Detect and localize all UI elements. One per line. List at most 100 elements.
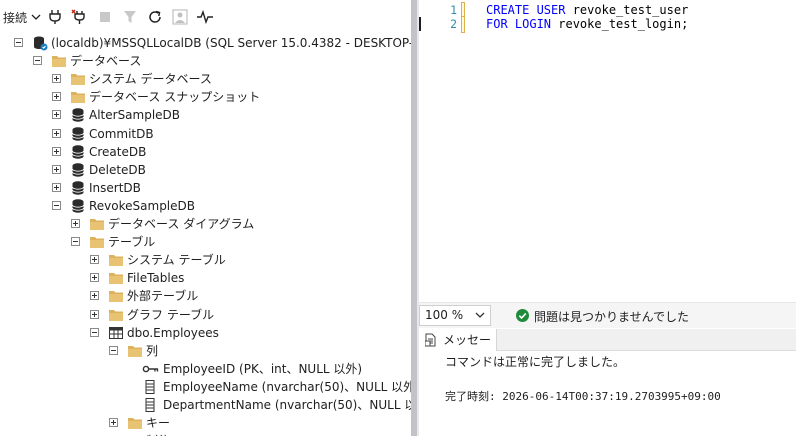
tree-node-label: データベース <box>70 54 142 69</box>
tree-node[interactable]: データベース スナップショット <box>0 88 411 106</box>
code-line[interactable]: FOR LOGIN revoke_test_login; <box>486 17 688 31</box>
tree-node[interactable]: システム データベース <box>0 70 411 88</box>
expand-icon[interactable] <box>71 219 80 228</box>
folder-icon <box>70 89 86 105</box>
tree-node-label: RevokeSampleDB <box>89 198 195 213</box>
tree-node-label: EmployeeName (nvarchar(50)、NULL 以外) <box>163 379 411 394</box>
tree-node[interactable]: データベース ダイアグラム <box>0 215 411 233</box>
expand-icon[interactable] <box>52 182 61 192</box>
zoom-select[interactable]: 100 % <box>419 305 491 326</box>
table-icon <box>108 325 124 341</box>
tree-node[interactable]: FileTables <box>0 269 411 287</box>
tree-node[interactable]: AlterSampleDB <box>0 106 411 124</box>
column-icon <box>142 397 158 413</box>
connect-plug-icon[interactable] <box>44 6 66 28</box>
editor-status-bar: 100 % 問題は見つかりませんでした <box>419 302 796 328</box>
expand-icon[interactable] <box>90 291 99 301</box>
tree-node[interactable]: RevokeSampleDB <box>0 197 411 215</box>
stop-icon[interactable] <box>94 6 116 28</box>
document-icon <box>425 333 436 347</box>
collapse-icon[interactable] <box>90 327 99 337</box>
database-icon <box>70 107 86 123</box>
chevron-down-icon <box>31 14 41 20</box>
collapse-icon[interactable] <box>71 237 80 247</box>
folder-icon <box>108 288 124 304</box>
tree-node[interactable]: EmployeeID (PK、int、NULL 以外) <box>0 360 411 378</box>
issues-status: 問題は見つかりませんでした <box>534 310 690 324</box>
expand-icon[interactable] <box>52 110 61 120</box>
folder-icon <box>51 53 67 69</box>
activity-monitor-icon[interactable] <box>169 6 191 28</box>
tree-node[interactable]: テーブル <box>0 233 411 251</box>
pulse-icon[interactable] <box>194 6 216 28</box>
connect-button[interactable]: 接続 <box>0 6 41 28</box>
collapse-icon[interactable] <box>14 38 23 47</box>
tree-node[interactable]: 制約 <box>0 432 411 436</box>
expand-icon[interactable] <box>90 309 99 319</box>
tree-node-label: キー <box>146 416 171 431</box>
filter-icon[interactable] <box>119 6 141 28</box>
tree-node-label: DepartmentName (nvarchar(50)、NULL 以外) <box>163 398 411 412</box>
folder-icon <box>108 307 124 323</box>
tree-node[interactable]: CommitDB <box>0 125 411 143</box>
folder-icon <box>89 234 105 250</box>
tree-node-label: DeleteDB <box>89 162 146 177</box>
disconnect-icon[interactable] <box>69 6 91 28</box>
expand-icon[interactable] <box>52 146 61 156</box>
tree-node[interactable]: システム テーブル <box>0 251 411 269</box>
completion-time: 完了時刻: 2026-06-14T00:37:19.2703995+09:00 <box>445 390 721 403</box>
zoom-value: 100 % <box>425 308 464 322</box>
tree-node[interactable]: EmployeeName (nvarchar(50)、NULL 以外) <box>0 378 411 396</box>
check-circle-icon <box>516 309 529 322</box>
database-icon <box>70 162 86 178</box>
tab-messages[interactable]: メッセージ <box>419 329 497 369</box>
server-icon <box>32 35 48 51</box>
database-icon <box>70 180 86 196</box>
expand-icon[interactable] <box>52 128 61 138</box>
tree-node[interactable]: DepartmentName (nvarchar(50)、NULL 以外) <box>0 396 411 414</box>
folder-icon <box>89 216 105 232</box>
collapse-icon[interactable] <box>52 200 61 210</box>
expand-icon[interactable] <box>90 255 99 265</box>
object-explorer: 接続 (localdb)¥MSSQLLocalDB (SQL Server 15… <box>0 0 411 436</box>
expand-icon[interactable] <box>52 92 61 102</box>
tree-node-label: CreateDB <box>89 144 147 159</box>
query-editor[interactable]: 1 CREATE USER revoke_test_user 2 FOR LOGIN … <box>419 0 796 302</box>
line-number: 2 <box>450 17 457 31</box>
chevron-down-icon <box>475 312 485 318</box>
tree-node-label: CommitDB <box>89 126 154 141</box>
tree-node-label: 列 <box>146 343 159 358</box>
tree-node[interactable]: 列 <box>0 342 411 360</box>
folder-icon <box>127 343 143 359</box>
collapse-icon[interactable] <box>33 56 42 66</box>
tree-node-label: データベース スナップショット <box>89 90 261 105</box>
tree-node[interactable]: (localdb)¥MSSQLLocalDB (SQL Server 15.0.… <box>0 34 411 52</box>
result-message: コマンドは正常に完了しました。 <box>445 355 626 369</box>
expand-icon[interactable] <box>52 164 61 174</box>
refresh-icon[interactable] <box>144 6 166 28</box>
tree-node-label: dbo.Employees <box>127 325 219 340</box>
tree-node-label: システム データベース <box>89 72 212 87</box>
collapse-icon[interactable] <box>109 345 118 355</box>
tree-node[interactable]: データベース <box>0 52 411 70</box>
tree-node[interactable]: 外部テーブル <box>0 287 411 305</box>
expand-icon[interactable] <box>90 273 99 283</box>
tree-node[interactable]: dbo.Employees <box>0 324 411 342</box>
tree-node-label: システム テーブル <box>127 253 226 268</box>
tree-node[interactable]: キー <box>0 414 411 432</box>
tree-node-label: InsertDB <box>89 180 141 195</box>
expand-icon[interactable] <box>109 418 118 428</box>
tree-node-label: テーブル <box>108 235 156 250</box>
tree-node-label: データベース ダイアグラム <box>108 217 255 231</box>
tree-node[interactable]: グラフ テーブル <box>0 306 411 324</box>
tree-node[interactable]: DeleteDB <box>0 161 411 179</box>
tree-node[interactable]: InsertDB <box>0 179 411 197</box>
change-marker <box>461 16 465 33</box>
tree-node-label: 制約 <box>146 432 170 436</box>
code-line[interactable]: CREATE USER revoke_test_user <box>486 3 688 17</box>
folder-icon <box>127 415 143 431</box>
expand-icon[interactable] <box>52 74 61 84</box>
results-tab-strip: メッセージ <box>419 329 796 369</box>
tree-node[interactable]: CreateDB <box>0 143 411 161</box>
messages-panel[interactable]: コマンドは正常に完了しました。 完了時刻: 2026-06-14T00:37:1… <box>419 351 796 436</box>
